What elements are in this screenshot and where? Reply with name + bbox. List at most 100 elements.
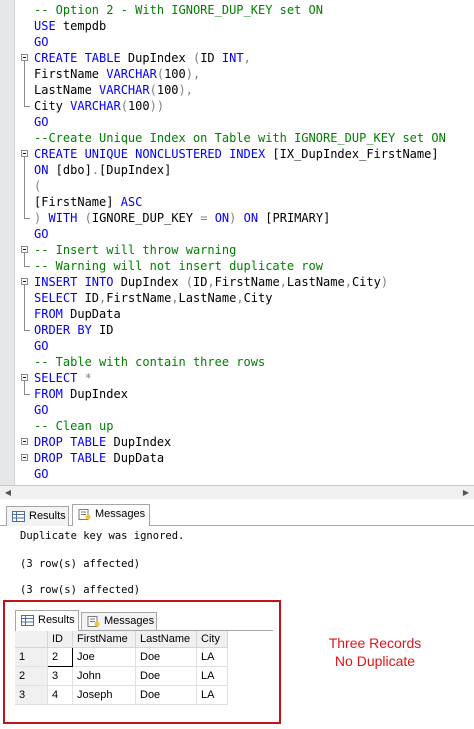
fold-guide (24, 381, 25, 394)
code-line[interactable]: ( (34, 178, 41, 194)
tab-messages[interactable]: Messages (72, 504, 150, 526)
column-header-lastname[interactable]: LastName (135, 631, 197, 648)
messages-icon (87, 616, 100, 627)
results-grid[interactable]: ID FirstName LastName City 1 2 Joe Doe L… (15, 631, 228, 705)
collapse-icon[interactable] (21, 278, 28, 285)
code-line[interactable]: -- Warning will not insert duplicate row (34, 258, 323, 274)
code-line[interactable]: [FirstName] ASC (34, 194, 142, 210)
code-line[interactable]: -- Insert will throw warning (34, 242, 236, 258)
inset-tab-messages-label: Messages (104, 615, 155, 627)
cell-firstname[interactable]: Joseph (72, 685, 136, 705)
code-token: ), (178, 83, 193, 97)
code-token: , (344, 275, 352, 289)
code-token: ON (34, 163, 49, 177)
collapse-icon[interactable] (21, 374, 28, 381)
code-line[interactable]: SELECT ID,FirstName,LastName,City (34, 290, 272, 306)
code-token: ( (185, 275, 193, 289)
grid-corner[interactable] (15, 631, 48, 648)
code-token: [PRIMARY] (258, 211, 331, 225)
code-line[interactable]: -- Clean up (34, 418, 113, 434)
code-token: tempdb (55, 19, 107, 33)
code-token: USE (34, 19, 56, 33)
code-line[interactable]: GO (34, 402, 48, 418)
cell-id[interactable]: 4 (47, 685, 73, 705)
code-line[interactable]: LastName VARCHAR(100), (34, 82, 193, 98)
cell-firstname[interactable]: Joe (72, 647, 136, 667)
scroll-left-icon[interactable]: ◀ (2, 487, 14, 498)
table-row[interactable]: 3 4 Joseph Doe LA (15, 685, 228, 705)
inset-result-tabs: Results Messages (15, 610, 273, 631)
code-line[interactable]: DROP TABLE DupIndex (34, 434, 171, 450)
column-header-city[interactable]: City (196, 631, 228, 648)
row-number[interactable]: 2 (15, 666, 48, 686)
code-line[interactable]: CREATE TABLE DupIndex (ID INT, (34, 50, 251, 66)
code-line[interactable]: GO (34, 226, 48, 242)
code-token: VARCHAR (99, 83, 150, 97)
code-token: FROM (34, 307, 63, 321)
horizontal-scrollbar[interactable]: ◀ ▶ (0, 485, 474, 499)
code-line[interactable]: ON [dbo].[DupIndex] (34, 162, 171, 178)
code-token: GO (34, 227, 49, 241)
cell-lastname[interactable]: Doe (135, 685, 197, 705)
code-line[interactable]: USE tempdb (34, 18, 106, 34)
collapse-icon[interactable] (21, 246, 28, 253)
cell-city[interactable]: LA (196, 666, 228, 686)
code-line[interactable]: SELECT * (34, 370, 92, 386)
code-line[interactable]: DROP TABLE DupData (34, 450, 164, 466)
code-line[interactable]: GO (34, 338, 48, 354)
cell-id[interactable]: 3 (47, 666, 73, 686)
table-row[interactable]: 2 3 John Doe LA (15, 666, 228, 686)
code-line[interactable]: ) WITH (IGNORE_DUP_KEY = ON) ON [PRIMARY… (34, 210, 330, 226)
code-token: [DupIndex] (99, 163, 172, 177)
cell-city[interactable]: LA (196, 647, 228, 667)
inset-tab-results[interactable]: Results (15, 610, 79, 631)
code-line[interactable]: FROM DupData (34, 306, 121, 322)
cell-lastname[interactable]: Doe (135, 647, 197, 667)
code-line[interactable]: City VARCHAR(100)) (34, 98, 164, 114)
code-line[interactable]: GO (34, 114, 48, 130)
code-line[interactable]: GO (34, 34, 48, 50)
code-line[interactable]: ORDER BY ID (34, 322, 113, 338)
code-line[interactable]: GO (34, 466, 48, 482)
table-row[interactable]: 1 2 Joe Doe LA (15, 647, 228, 667)
tab-results[interactable]: Results (6, 506, 69, 526)
code-token: , (236, 291, 244, 305)
collapse-icon[interactable] (21, 54, 28, 61)
code-token: -- Warning will not insert duplicate row (34, 259, 323, 273)
inset-tab-results-label: Results (38, 614, 75, 626)
code-line[interactable]: --Create Unique Index on Table with IGNO… (34, 130, 446, 146)
fold-guide (24, 61, 25, 106)
code-token: 100 (127, 99, 150, 113)
row-number[interactable]: 1 (15, 647, 48, 667)
code-token: INSERT INTO (34, 275, 114, 289)
code-line[interactable]: FirstName VARCHAR(100), (34, 66, 200, 82)
collapse-icon[interactable] (21, 438, 28, 445)
code-line[interactable]: CREATE UNIQUE NONCLUSTERED INDEX [IX_Dup… (34, 146, 439, 162)
column-header-id[interactable]: ID (47, 631, 73, 648)
code-token: ID (77, 291, 100, 305)
cell-id[interactable]: 2 (47, 647, 73, 667)
column-header-firstname[interactable]: FirstName (72, 631, 136, 648)
row-number[interactable]: 3 (15, 685, 48, 705)
collapse-icon[interactable] (21, 454, 28, 461)
code-token: FirstName (34, 67, 107, 81)
code-line[interactable]: -- Option 2 - With IGNORE_DUP_KEY set ON (34, 2, 323, 18)
cell-firstname[interactable]: John (72, 666, 136, 686)
query-editor[interactable]: -- Option 2 - With IGNORE_DUP_KEY set ON… (0, 0, 474, 485)
code-token: LastName (34, 83, 100, 97)
inset-tab-messages[interactable]: Messages (81, 612, 157, 630)
code-token: -- Option 2 - With IGNORE_DUP_KEY set ON (34, 3, 323, 17)
cell-city[interactable]: LA (196, 685, 228, 705)
code-token: -- Table with contain three rows (34, 355, 266, 369)
code-token: VARCHAR (106, 67, 157, 81)
code-line[interactable]: -- Table with contain three rows (34, 354, 265, 370)
code-line[interactable]: FROM DupIndex (34, 386, 128, 402)
grid-icon (12, 511, 25, 522)
code-token: SELECT (34, 371, 78, 385)
scroll-right-icon[interactable]: ▶ (460, 487, 472, 498)
collapse-icon[interactable] (21, 150, 28, 157)
cell-lastname[interactable]: Doe (135, 666, 197, 686)
code-token: City (243, 291, 273, 305)
code-line[interactable]: INSERT INTO DupIndex (ID,FirstName,LastN… (34, 274, 388, 290)
